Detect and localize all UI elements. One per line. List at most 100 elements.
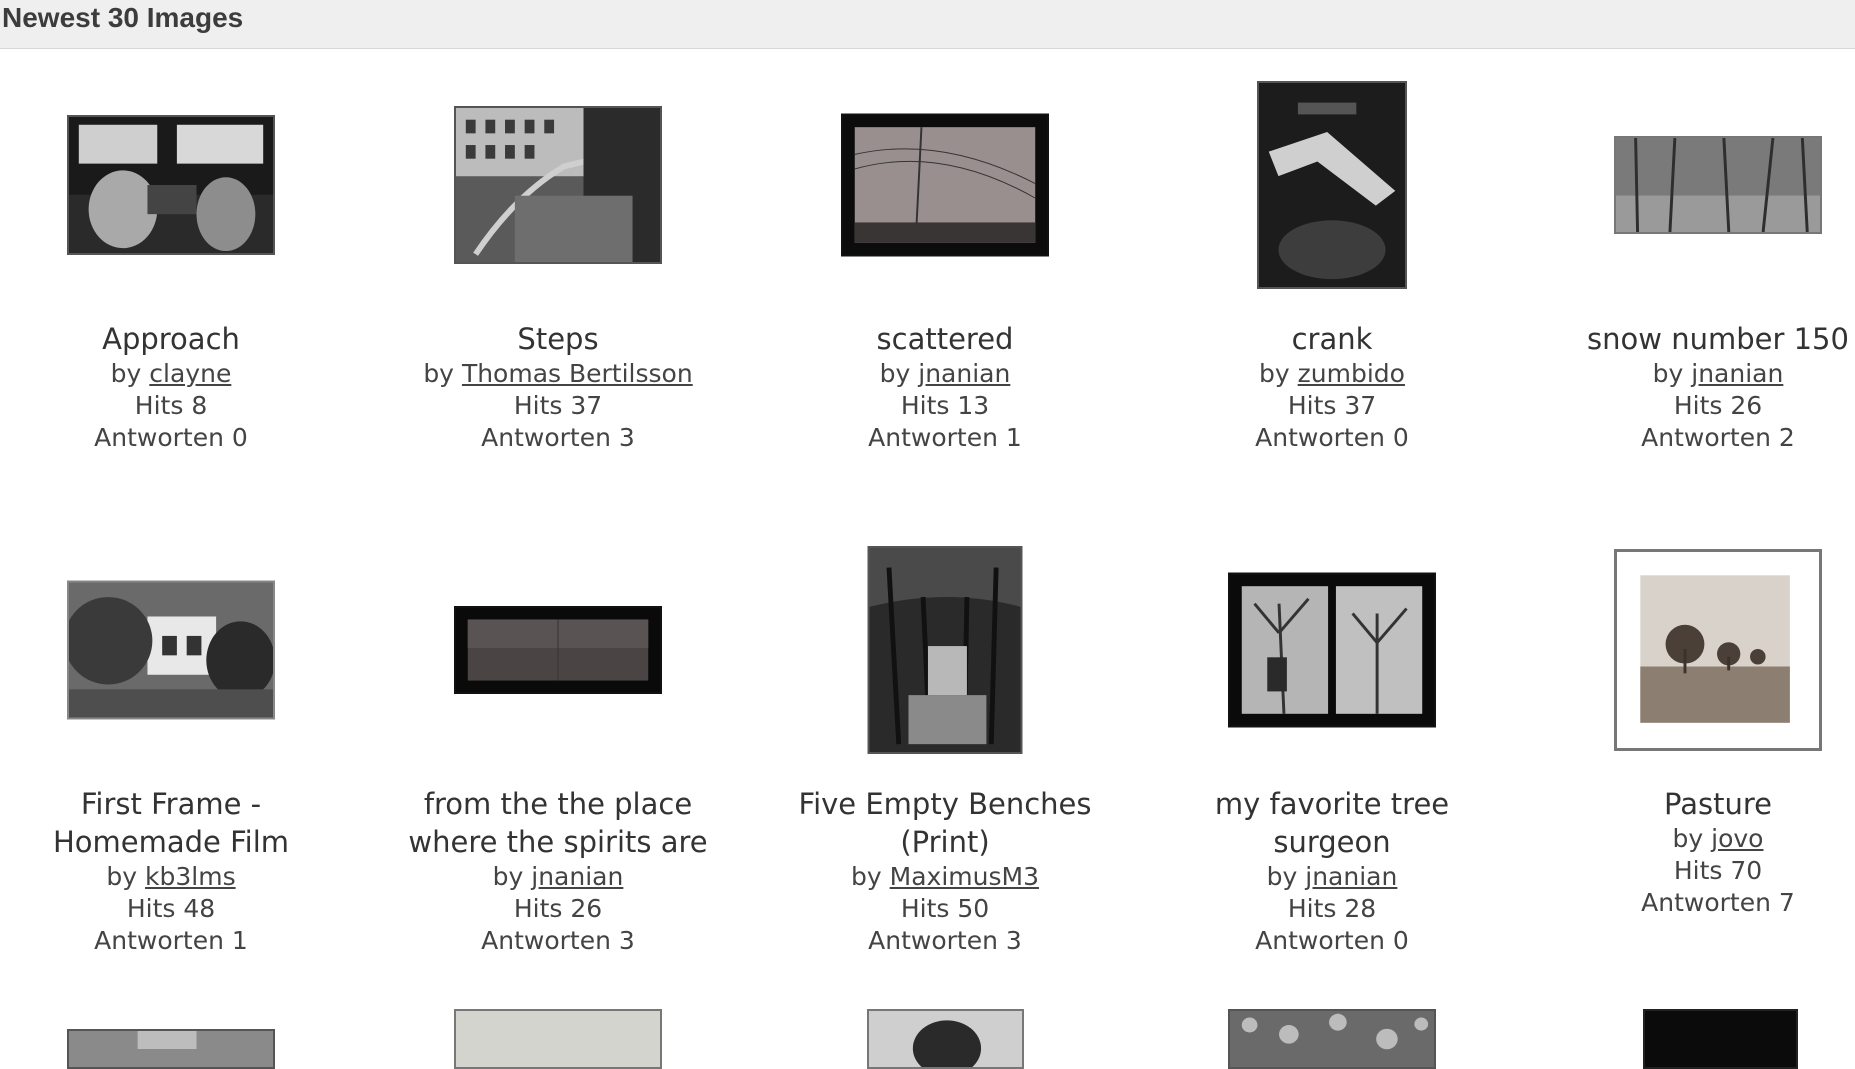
- image-title: Approach: [102, 322, 240, 356]
- hits-line: Hits 13: [900, 391, 990, 420]
- thumbnail-link[interactable]: [841, 113, 1049, 257]
- thumbnail-link[interactable]: [1643, 1009, 1798, 1069]
- image-title-line-2: (Print): [900, 825, 990, 859]
- benches-photo: [869, 548, 1021, 752]
- thumbnail-link[interactable]: [67, 1029, 275, 1069]
- author-line: by clayne: [110, 359, 232, 388]
- gallery-item: my favorite tree surgeon by jnanian Hits…: [1147, 545, 1517, 957]
- replies-count: 0: [1392, 423, 1409, 452]
- author-link[interactable]: jnanian: [1305, 862, 1397, 891]
- thumbnail-link[interactable]: [867, 1009, 1024, 1069]
- author-line: by jovo: [1672, 824, 1764, 853]
- image-title: scattered: [876, 322, 1014, 356]
- replies-count: 7: [1778, 888, 1795, 917]
- author-line: by jnanian: [492, 862, 624, 891]
- author-link[interactable]: kb3lms: [145, 862, 236, 891]
- gallery-item: Approach by clayne Hits 8 Antworten 0: [0, 80, 356, 454]
- replies-line: Antworten 1: [868, 423, 1022, 452]
- cockpit-photo: [69, 117, 273, 253]
- thumbnail-link[interactable]: [867, 546, 1023, 754]
- replies-line: Antworten 0: [94, 423, 248, 452]
- thumbnail-link[interactable]: [1614, 549, 1822, 751]
- hits-count: 28: [1344, 894, 1377, 923]
- hits-line: Hits 26: [1673, 391, 1763, 420]
- gallery-item: Steps by Thomas Bertilsson Hits 37 Antwo…: [373, 80, 743, 454]
- gallery-item: from the the place where the spirits are…: [373, 545, 743, 957]
- image-title: snow number 150: [1587, 322, 1849, 356]
- image-title-line-1: from the the place: [423, 787, 693, 821]
- author-link[interactable]: zumbido: [1298, 359, 1405, 388]
- author-link[interactable]: jnanian: [1691, 359, 1783, 388]
- replies-count: 3: [1005, 926, 1022, 955]
- author-line: by MaximusM3: [851, 862, 1039, 891]
- author-link[interactable]: clayne: [149, 359, 231, 388]
- replies-count: 3: [618, 423, 635, 452]
- hits-count: 37: [1344, 391, 1377, 420]
- image-title-line-1: First Frame -: [80, 787, 262, 821]
- author-link[interactable]: Thomas Bertilsson: [462, 359, 693, 388]
- replies-count: 3: [618, 926, 635, 955]
- replies-line: Antworten 2: [1641, 423, 1795, 452]
- partial-photo-1: [69, 1031, 273, 1067]
- replies-line: Antworten 1: [94, 926, 248, 955]
- author-line: by kb3lms: [106, 862, 236, 891]
- replies-line: Antworten 3: [481, 423, 635, 452]
- gallery-item: Five Empty Benches (Print) by MaximusM3 …: [760, 545, 1130, 957]
- image-title-line-2: surgeon: [1273, 825, 1391, 859]
- thumbnail-link[interactable]: [454, 106, 662, 264]
- thumbnail-link[interactable]: [454, 606, 662, 694]
- hits-count: 70: [1730, 856, 1763, 885]
- partial-photo-4: [1230, 1011, 1434, 1067]
- image-title-line-2: where the spirits are: [408, 825, 708, 859]
- author-line: by jnanian: [1652, 359, 1784, 388]
- thumbnail-link[interactable]: [1228, 572, 1436, 728]
- gallery-title: Newest 30 Images: [2, 2, 244, 33]
- partial-photo-2: [456, 1011, 660, 1067]
- gallery-item: First Frame - Homemade Film by kb3lms Hi…: [0, 545, 356, 957]
- image-title-line-1: my favorite tree: [1214, 787, 1450, 821]
- partial-photo-3: [869, 1011, 1022, 1067]
- author-line: by jnanian: [879, 359, 1011, 388]
- thumbnail-link[interactable]: [1614, 136, 1822, 234]
- author-link[interactable]: jnanian: [918, 359, 1010, 388]
- hits-line: Hits 26: [513, 894, 603, 923]
- pasture-photo: [1617, 552, 1819, 748]
- dark-landscape-photo: [456, 608, 660, 692]
- thumbnail-link[interactable]: [67, 115, 275, 255]
- author-line: by zumbido: [1259, 359, 1405, 388]
- hits-line: Hits 70: [1673, 856, 1763, 885]
- thumbnail-link[interactable]: [1228, 1009, 1436, 1069]
- house-tree-photo: [69, 582, 273, 718]
- image-title-line-2: Homemade Film: [52, 825, 290, 859]
- hits-line: Hits 37: [513, 391, 603, 420]
- replies-count: 0: [1392, 926, 1409, 955]
- thumbnail-link[interactable]: [454, 1009, 662, 1069]
- replies-count: 1: [231, 926, 248, 955]
- gallery-item: scattered by jnanian Hits 13 Antworten 1: [760, 80, 1130, 454]
- hits-count: 26: [570, 894, 603, 923]
- image-title: Pasture: [1664, 787, 1772, 821]
- author-link[interactable]: jovo: [1711, 824, 1763, 853]
- hits-line: Hits 28: [1287, 894, 1377, 923]
- gallery-item: snow number 150 by jnanian Hits 26 Antwo…: [1533, 80, 1855, 454]
- hits-count: 13: [957, 391, 990, 420]
- hits-line: Hits 8: [134, 391, 208, 420]
- snow-trees-photo: [1616, 138, 1820, 232]
- replies-line: Antworten 0: [1255, 423, 1409, 452]
- replies-line: Antworten 7: [1641, 888, 1795, 917]
- hits-count: 26: [1730, 391, 1763, 420]
- crank-photo: [1259, 83, 1405, 287]
- author-line: by jnanian: [1266, 862, 1398, 891]
- replies-line: Antworten 3: [868, 926, 1022, 955]
- gallery-item: Pasture by jovo Hits 70 Antworten 7: [1533, 545, 1855, 919]
- author-link[interactable]: jnanian: [531, 862, 623, 891]
- author-line: by Thomas Bertilsson: [423, 359, 693, 388]
- author-link[interactable]: MaximusM3: [890, 862, 1039, 891]
- thumbnail-link[interactable]: [67, 580, 275, 720]
- image-title: Steps: [517, 322, 599, 356]
- replies-count: 0: [231, 423, 248, 452]
- gallery-item: crank by zumbido Hits 37 Antworten 0: [1147, 80, 1517, 454]
- replies-count: 2: [1778, 423, 1795, 452]
- powerline-photo: [843, 115, 1047, 255]
- thumbnail-link[interactable]: [1257, 81, 1407, 289]
